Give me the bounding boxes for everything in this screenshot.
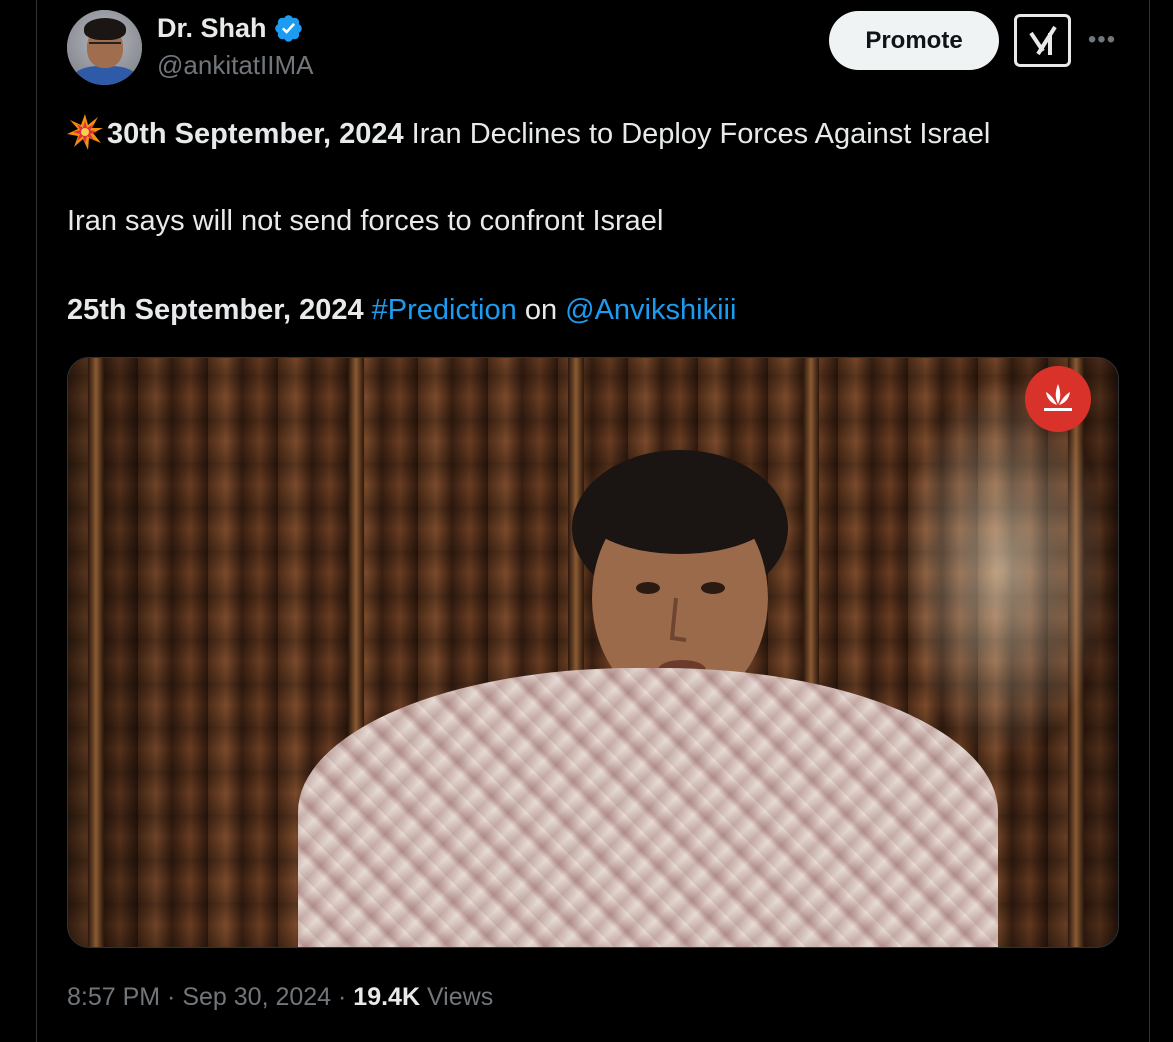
- post-line-1: 30th September, 2024 Iran Declines to De…: [67, 114, 990, 152]
- video-player[interactable]: [67, 357, 1119, 948]
- views-label: Views: [420, 983, 494, 1011]
- on-text: on: [516, 294, 566, 326]
- promote-button[interactable]: Promote: [829, 11, 999, 70]
- speaker-shirt: [298, 668, 998, 947]
- post-meta: 8:57 PM · Sep 30, 2024 · 19.4K Views: [67, 983, 493, 1012]
- avatar[interactable]: [67, 10, 142, 85]
- collision-emoji-icon: [67, 114, 103, 150]
- post-headline: Iran Declines to Deploy Forces Against I…: [403, 118, 991, 150]
- author-handle[interactable]: @ankitatIIMA: [157, 50, 313, 81]
- grok-logo-glyph: [1028, 25, 1057, 55]
- prediction-date: 25th September, 2024: [67, 294, 364, 326]
- meta-separator: ·: [160, 983, 183, 1011]
- post-date[interactable]: Sep 30, 2024: [182, 983, 331, 1011]
- grok-icon[interactable]: [1014, 14, 1071, 67]
- more-icon[interactable]: •••: [1083, 22, 1121, 58]
- author-name-row[interactable]: Dr. Shah: [157, 13, 304, 44]
- post-line-2: Iran says will not send forces to confro…: [67, 205, 664, 237]
- screen-panel-edge: [88, 358, 104, 947]
- verified-badge-icon: [274, 15, 302, 42]
- views-count[interactable]: 19.4K: [353, 983, 420, 1011]
- channel-logo-icon: [1025, 366, 1091, 432]
- meta-separator: ·: [331, 983, 354, 1011]
- mention-link[interactable]: @Anvikshikiii: [565, 294, 736, 326]
- author-name[interactable]: Dr. Shah: [157, 13, 267, 44]
- light-through-screen: [898, 378, 1108, 758]
- post-time[interactable]: 8:57 PM: [67, 983, 160, 1011]
- post-line-3: 25th September, 2024 #Prediction on @Anv…: [67, 292, 736, 328]
- post-date-highlight: 30th September, 2024: [107, 118, 404, 150]
- hashtag-link[interactable]: #Prediction: [372, 294, 517, 326]
